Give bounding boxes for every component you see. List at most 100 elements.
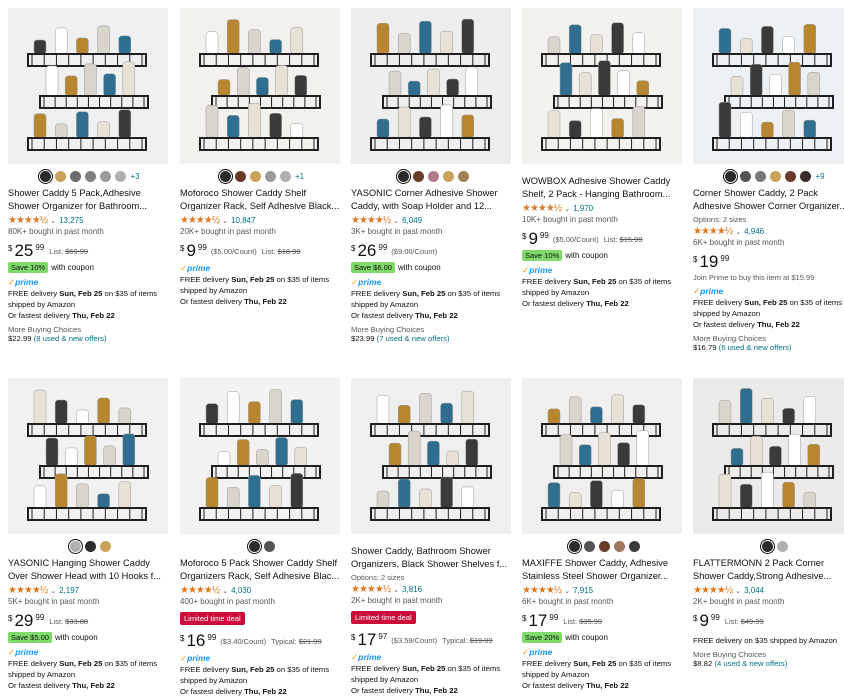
review-count-link[interactable]: 3,044 — [744, 586, 764, 595]
color-swatch[interactable] — [457, 170, 469, 182]
review-count-link[interactable]: 4,946 — [744, 227, 764, 236]
product-title-link[interactable]: WOWBOX Adhesive Shower Caddy Shelf, 2 Pa… — [522, 175, 686, 201]
chevron-down-icon[interactable]: ⌄ — [222, 587, 228, 595]
chevron-down-icon[interactable]: ⌄ — [735, 587, 741, 595]
product-image[interactable] — [351, 378, 511, 534]
price[interactable]: $17 99 List: $35.99 — [522, 612, 686, 629]
product-card[interactable]: Moforoco 5 Pack Shower Caddy Shelf Organ… — [180, 378, 344, 699]
price[interactable]: $16 99 ($3.40/Count) Typical: $21.99 — [180, 632, 344, 649]
product-title-link[interactable]: Corner Shower Caddy, 2 Pack Adhesive Sho… — [693, 187, 844, 213]
color-swatch[interactable] — [412, 170, 424, 182]
color-swatch[interactable] — [442, 170, 454, 182]
product-image[interactable] — [351, 8, 511, 164]
review-count-link[interactable]: 7,915 — [573, 586, 593, 595]
product-card[interactable]: +3 Shower Caddy 5 Pack,Adhesive Shower Or… — [8, 8, 172, 370]
review-count-link[interactable]: 10,847 — [231, 216, 255, 225]
chevron-down-icon[interactable]: ⌄ — [735, 228, 741, 236]
color-swatch[interactable] — [740, 170, 752, 182]
color-swatch[interactable] — [800, 170, 812, 182]
product-image[interactable] — [8, 8, 168, 164]
coupon-badge[interactable]: Save 10% — [8, 262, 49, 273]
price[interactable]: $29 99 List: $33.88 — [8, 612, 172, 629]
review-count-link[interactable]: 4,030 — [231, 586, 251, 595]
color-swatch[interactable] — [70, 170, 82, 182]
chevron-down-icon[interactable]: ⌄ — [393, 217, 399, 225]
color-swatch[interactable] — [427, 170, 439, 182]
color-swatch[interactable] — [84, 540, 96, 552]
star-rating-icon[interactable]: ★★★★½ — [351, 584, 391, 595]
color-swatch[interactable] — [249, 170, 261, 182]
coupon-badge[interactable]: Save $5.00 — [8, 632, 52, 643]
used-new-offers-link[interactable]: (6 used & new offers) — [719, 343, 792, 352]
price[interactable]: $9 99 ($5.00/Count) List: $15.99 — [522, 230, 686, 247]
price[interactable]: $25 99 List: $69.99 — [8, 242, 172, 259]
star-rating-icon[interactable]: ★★★★½ — [351, 215, 391, 226]
product-title-link[interactable]: YASONIC Hanging Shower Caddy Over Shower… — [8, 557, 172, 583]
color-swatch[interactable] — [219, 170, 231, 182]
color-swatch[interactable] — [770, 170, 782, 182]
product-image[interactable] — [180, 378, 340, 534]
product-card[interactable]: Shower Caddy, Bathroom Shower Organizers… — [351, 378, 515, 699]
color-swatch[interactable] — [762, 540, 773, 552]
color-swatch[interactable] — [40, 170, 52, 182]
chevron-down-icon[interactable]: ⌄ — [50, 217, 56, 225]
coupon-badge[interactable]: Save 10% — [522, 250, 563, 261]
color-swatch[interactable] — [100, 170, 112, 182]
star-rating-icon[interactable]: ★★★★½ — [180, 215, 220, 226]
star-rating-icon[interactable]: ★★★★½ — [8, 215, 48, 226]
price[interactable]: $19 99 — [693, 253, 844, 270]
color-swatch[interactable] — [85, 170, 97, 182]
color-swatch[interactable] — [55, 170, 67, 182]
star-rating-icon[interactable]: ★★★★½ — [522, 585, 562, 596]
price[interactable]: $9 99 ($5.00/Count) List: $18.99 — [180, 242, 344, 259]
used-new-offers-link[interactable]: (7 used & new offers) — [377, 334, 450, 343]
product-image[interactable] — [693, 8, 844, 164]
product-card[interactable]: FLATTERMONN 2 Pack Corner Shower Caddy,S… — [693, 378, 844, 699]
product-title-link[interactable]: Moforoco 5 Pack Shower Caddy Shelf Organ… — [180, 557, 344, 583]
star-rating-icon[interactable]: ★★★★½ — [522, 203, 562, 214]
star-rating-icon[interactable]: ★★★★½ — [693, 585, 733, 596]
review-count-link[interactable]: 6,049 — [402, 216, 422, 225]
coupon-badge[interactable]: Save $6.00 — [351, 262, 395, 273]
more-colors-link[interactable]: +9 — [815, 172, 824, 181]
product-title-link[interactable]: MAXIFFE Shower Caddy, Adhesive Stainless… — [522, 557, 686, 583]
product-card[interactable]: YASONIC Corner Adhesive Shower Caddy, wi… — [351, 8, 515, 370]
color-swatch[interactable] — [234, 170, 246, 182]
product-card[interactable]: +1 Moforoco Shower Caddy Shelf Organizer … — [180, 8, 344, 370]
product-title-link[interactable]: YASONIC Corner Adhesive Shower Caddy, wi… — [351, 187, 515, 213]
star-rating-icon[interactable]: ★★★★½ — [8, 585, 48, 596]
color-swatch[interactable] — [725, 170, 737, 182]
coupon-badge[interactable]: Save 20% — [522, 632, 563, 643]
used-new-offers-link[interactable]: (4 used & new offers) — [714, 659, 787, 668]
price[interactable]: $26 99 ($9.00/Count) — [351, 242, 515, 259]
product-image[interactable] — [180, 8, 340, 164]
color-swatch[interactable] — [755, 170, 767, 182]
used-new-offers-link[interactable]: (8 used & new offers) — [34, 334, 107, 343]
color-swatch[interactable] — [598, 540, 610, 552]
product-title-link[interactable]: Shower Caddy, Bathroom Shower Organizers… — [351, 545, 515, 571]
review-count-link[interactable]: 3,816 — [402, 585, 422, 594]
color-swatch[interactable] — [613, 540, 625, 552]
color-swatch[interactable] — [264, 540, 275, 552]
color-swatch[interactable] — [785, 170, 797, 182]
product-card[interactable]: WOWBOX Adhesive Shower Caddy Shelf, 2 Pa… — [522, 8, 686, 370]
product-image[interactable] — [522, 378, 682, 534]
color-swatch[interactable] — [264, 170, 276, 182]
star-rating-icon[interactable]: ★★★★½ — [693, 226, 733, 237]
more-colors-link[interactable]: +3 — [130, 172, 139, 181]
product-card[interactable]: MAXIFFE Shower Caddy, Adhesive Stainless… — [522, 378, 686, 699]
color-swatch[interactable] — [279, 170, 291, 182]
product-card[interactable]: +9 Corner Shower Caddy, 2 Pack Adhesive S… — [693, 8, 844, 370]
color-swatch[interactable] — [115, 170, 127, 182]
color-swatch[interactable] — [99, 540, 111, 552]
product-image[interactable] — [522, 8, 682, 164]
product-title-link[interactable]: Shower Caddy 5 Pack,Adhesive Shower Orga… — [8, 187, 172, 213]
review-count-link[interactable]: 1,970 — [573, 204, 593, 213]
color-swatch[interactable] — [777, 540, 788, 552]
product-image[interactable] — [693, 378, 844, 534]
color-swatch[interactable] — [568, 540, 580, 552]
product-image[interactable] — [8, 378, 168, 534]
review-count-link[interactable]: 2,197 — [59, 586, 79, 595]
price[interactable]: $9 99 List: $49.99 — [693, 612, 844, 629]
color-swatch[interactable] — [628, 540, 640, 552]
